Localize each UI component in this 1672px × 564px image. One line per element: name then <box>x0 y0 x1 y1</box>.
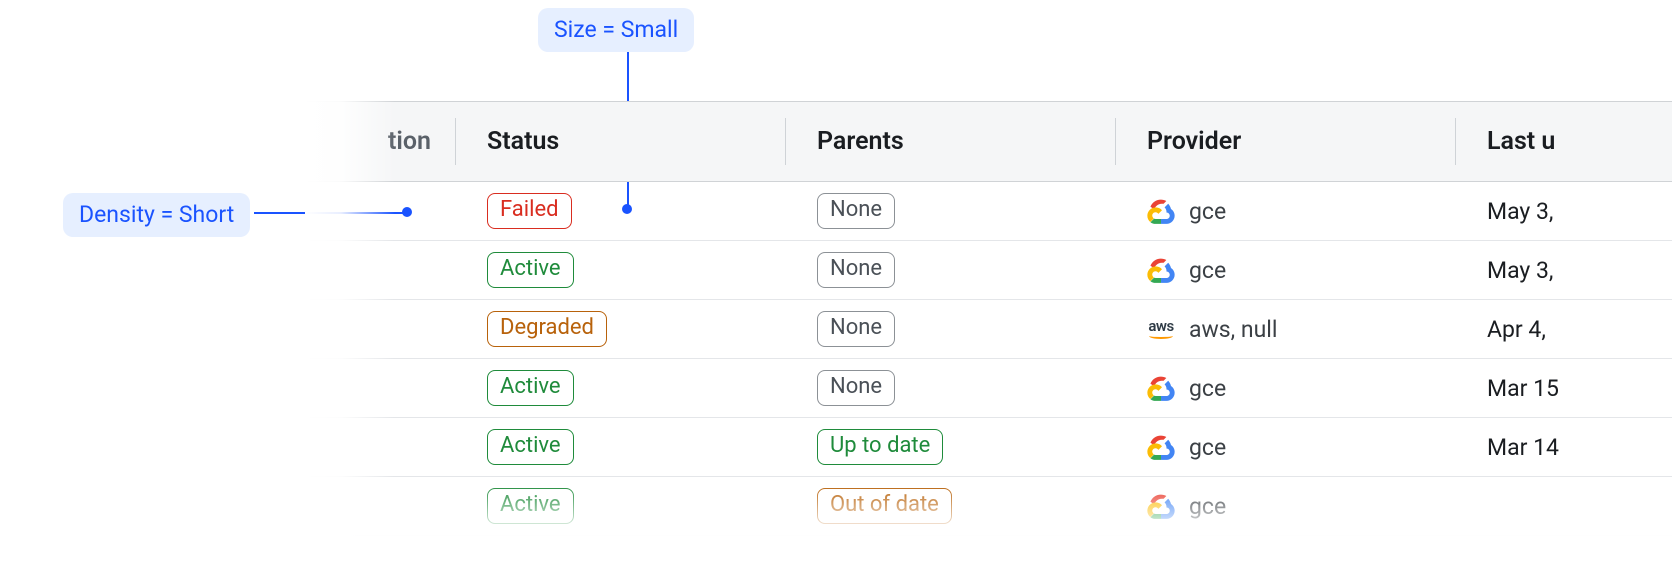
cell-last-updated: Apr 4, <box>1455 300 1672 358</box>
provider-label: gce <box>1189 198 1226 225</box>
status-badge: Degraded <box>487 311 607 347</box>
column-header-provider[interactable]: Provider <box>1115 102 1455 181</box>
cell-truncated <box>305 182 455 240</box>
table-row[interactable]: DegradedNone aws aws, nullApr 4, <box>305 300 1672 359</box>
column-header-truncated[interactable]: tion <box>305 102 455 181</box>
cell-provider: aws aws, null <box>1115 300 1455 358</box>
cell-provider: gce <box>1115 359 1455 417</box>
parents-badge: None <box>817 252 895 288</box>
cell-parents: None <box>785 359 1115 417</box>
provider-label: gce <box>1189 434 1226 461</box>
cell-parents: None <box>785 241 1115 299</box>
cell-provider: gce <box>1115 418 1455 476</box>
status-badge: Active <box>487 252 574 288</box>
cell-truncated <box>305 241 455 299</box>
google-cloud-icon <box>1147 374 1175 402</box>
table-header-row: tion Status Parents Provider Last u <box>305 102 1672 182</box>
parents-badge: None <box>817 193 895 229</box>
cell-status: Degraded <box>455 300 785 358</box>
cell-truncated <box>305 300 455 358</box>
status-badge: Active <box>487 488 574 524</box>
status-badge: Active <box>487 370 574 406</box>
parents-badge: None <box>817 311 895 347</box>
google-cloud-icon <box>1147 433 1175 461</box>
table-row[interactable]: Active Out of date gce <box>305 477 1672 536</box>
cell-last-updated: Mar 14 <box>1455 418 1672 476</box>
cell-truncated <box>305 418 455 476</box>
table-body: Failed None gce May 3, Active None gce May 3,… <box>305 182 1672 536</box>
google-cloud-icon <box>1147 492 1175 520</box>
provider-label: gce <box>1189 493 1226 520</box>
data-table: tion Status Parents Provider Last u Fail… <box>305 101 1672 564</box>
cell-parents: None <box>785 182 1115 240</box>
status-badge: Failed <box>487 193 572 229</box>
provider-label: gce <box>1189 375 1226 402</box>
column-header-last-updated[interactable]: Last u <box>1455 102 1672 181</box>
cell-last-updated: May 3, <box>1455 182 1672 240</box>
parents-badge: Up to date <box>817 429 943 465</box>
cell-truncated <box>305 477 455 535</box>
table-row[interactable]: Active Up to date gce Mar 14 <box>305 418 1672 477</box>
provider-label: gce <box>1189 257 1226 284</box>
cell-status: Active <box>455 477 785 535</box>
aws-icon: aws <box>1147 315 1175 343</box>
annotation-size: Size = Small <box>538 8 694 52</box>
cell-status: Failed <box>455 182 785 240</box>
cell-last-updated: May 3, <box>1455 241 1672 299</box>
column-header-parents[interactable]: Parents <box>785 102 1115 181</box>
parents-badge: Out of date <box>817 488 952 524</box>
cell-provider: gce <box>1115 241 1455 299</box>
annotation-density: Density = Short <box>63 193 250 237</box>
google-cloud-icon <box>1147 197 1175 225</box>
cell-provider: gce <box>1115 477 1455 535</box>
cell-parents: Up to date <box>785 418 1115 476</box>
cell-last-updated: Mar 15 <box>1455 359 1672 417</box>
provider-label: aws, null <box>1189 316 1277 343</box>
cell-parents: Out of date <box>785 477 1115 535</box>
cell-last-updated <box>1455 477 1672 535</box>
google-cloud-icon <box>1147 256 1175 284</box>
cell-truncated <box>305 359 455 417</box>
cell-parents: None <box>785 300 1115 358</box>
parents-badge: None <box>817 370 895 406</box>
table-row[interactable]: Failed None gce May 3, <box>305 182 1672 241</box>
status-badge: Active <box>487 429 574 465</box>
column-header-status[interactable]: Status <box>455 102 785 181</box>
cell-status: Active <box>455 418 785 476</box>
cell-status: Active <box>455 359 785 417</box>
cell-status: Active <box>455 241 785 299</box>
cell-provider: gce <box>1115 182 1455 240</box>
table-row[interactable]: Active None gce Mar 15 <box>305 359 1672 418</box>
table-row[interactable]: Active None gce May 3, <box>305 241 1672 300</box>
